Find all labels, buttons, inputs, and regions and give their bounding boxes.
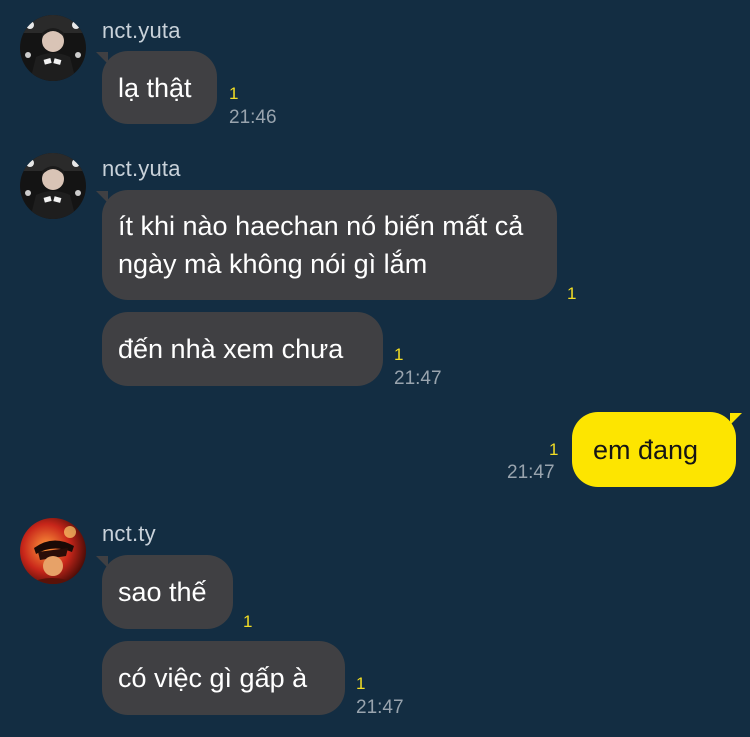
- message-timestamp: 21:46: [229, 107, 277, 128]
- read-count: 1: [229, 84, 239, 103]
- sender-name: nct.ty: [102, 521, 156, 546]
- read-count: 1: [549, 440, 559, 459]
- message-bubble[interactable]: lạ thật: [102, 51, 217, 124]
- avatar-nct-yuta[interactable]: [20, 153, 86, 219]
- message-timestamp: 21:47: [356, 697, 404, 718]
- bubble-tail: [730, 413, 742, 425]
- message-bubble[interactable]: sao thế: [102, 555, 233, 629]
- message-bubble[interactable]: ít khi nào haechan nó biến mất cả ngày m…: [102, 190, 557, 300]
- avatar-nct-yuta[interactable]: [20, 15, 86, 81]
- read-count: 1: [567, 284, 577, 303]
- message-timestamp: 21:47: [507, 462, 555, 483]
- my-message-bubble[interactable]: em đang: [572, 412, 736, 487]
- sender-name: nct.yuta: [102, 18, 181, 43]
- message-bubble[interactable]: có việc gì gấp à: [102, 641, 345, 715]
- yuta-profile-photo-icon: [20, 15, 86, 81]
- message-bubble[interactable]: đến nhà xem chưa: [102, 312, 383, 386]
- read-count: 1: [394, 345, 404, 364]
- yuta-profile-photo-icon: [20, 153, 86, 219]
- read-count: 1: [356, 674, 366, 693]
- read-count: 1: [243, 612, 253, 631]
- ty-profile-photo-icon: [20, 518, 86, 584]
- chat-conversation: nct.yuta lạ thật 1 21:46 nct.yuta ít khi…: [0, 0, 750, 737]
- sender-name: nct.yuta: [102, 156, 181, 181]
- message-timestamp: 21:47: [394, 368, 442, 389]
- avatar-nct-ty[interactable]: [20, 518, 86, 584]
